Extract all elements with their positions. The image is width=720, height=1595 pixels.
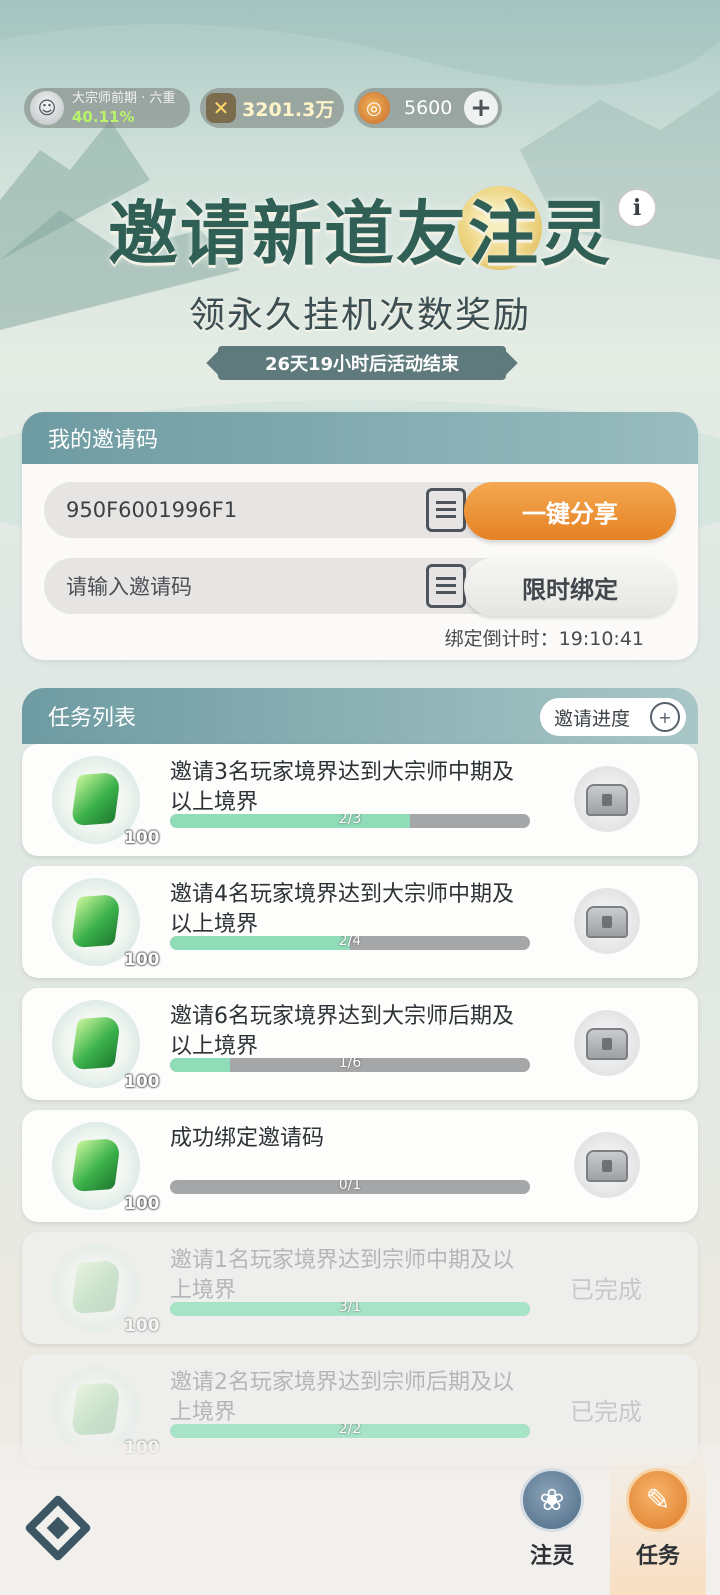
completed-label: 已完成	[570, 1398, 642, 1426]
plus-icon[interactable]: +	[464, 91, 498, 125]
task-description: 邀请6名玩家境界达到大宗师后期及以上境界	[170, 1004, 514, 1059]
reward-gem-icon: 100	[52, 878, 160, 970]
event-countdown-banner: 26天19小时后活动结束	[218, 346, 506, 380]
task-item[interactable]: 100 邀请3名玩家境界达到大宗师中期及以上境界 2/3	[22, 744, 698, 856]
task-progress-bar: 2/2	[170, 1424, 530, 1438]
task-progress-label: 3/1	[338, 1302, 362, 1315]
copy-icon[interactable]	[426, 488, 466, 532]
reward-gem-icon: 100	[52, 756, 160, 848]
spirit-coin-icon: ◎	[358, 92, 390, 124]
power-chip: ✕ 3201.3万	[200, 88, 344, 128]
task-description: 邀请4名玩家境界达到大宗师中期及以上境界	[170, 882, 514, 937]
leaf-icon: ❀	[520, 1468, 584, 1532]
task-description: 成功绑定邀请码	[170, 1126, 325, 1151]
task-item[interactable]: 100 邀请4名玩家境界达到大宗师中期及以上境界 2/4	[22, 866, 698, 978]
nav-zhuling-label: 注灵	[529, 1544, 574, 1569]
task-progress-bar: 2/3	[170, 814, 530, 828]
invite-code-card: 我的邀请码 950F6001996F1 请输入邀请码 一键分享 限时绑定 绑定倒…	[22, 412, 698, 660]
game-logo-icon[interactable]	[24, 1494, 94, 1564]
invite-progress-label: 邀请进度	[554, 707, 631, 730]
reward-quantity: 100	[124, 1072, 160, 1092]
rank-title: 大宗师前期 · 六重	[72, 91, 176, 106]
invite-progress-button[interactable]: 邀请进度 +	[540, 698, 686, 736]
event-countdown-text: 26天19小时后活动结束	[264, 354, 460, 375]
page-title: 邀请新道友注灵	[108, 192, 612, 275]
share-button[interactable]: 一键分享	[464, 482, 676, 540]
task-item[interactable]: 100 邀请1名玩家境界达到宗师中期及以上境界 3/1 已完成	[22, 1232, 698, 1344]
page-subtitle: 领永久挂机次数奖励	[188, 295, 531, 336]
task-progress-bar: 0/1	[170, 1180, 530, 1194]
scroll-icon: ✎	[626, 1468, 690, 1532]
task-item[interactable]: 100 成功绑定邀请码 0/1	[22, 1110, 698, 1222]
task-item[interactable]: 100 邀请6名玩家境界达到大宗师后期及以上境界 1/6	[22, 988, 698, 1100]
reward-quantity: 100	[124, 1316, 160, 1336]
bind-button[interactable]: 限时绑定	[464, 558, 676, 616]
task-progress-label: 2/2	[338, 1424, 362, 1437]
task-list-panel: 任务列表 邀请进度 +	[22, 688, 698, 744]
invite-section-title: 我的邀请码	[22, 412, 698, 464]
bottom-nav: ❀ 注灵 ✎ 任务	[0, 1444, 720, 1595]
coin-chip: ◎ 5600 +	[354, 88, 502, 128]
task-description: 邀请3名玩家境界达到大宗师中期及以上境界	[170, 760, 514, 815]
reward-gem-icon: 100	[52, 1244, 160, 1336]
reward-gem-icon: 100	[52, 1000, 160, 1092]
reward-quantity: 100	[124, 1194, 160, 1214]
rank-percent: 40.11%	[72, 108, 135, 126]
task-description: 邀请2名玩家境界达到宗师后期及以上境界	[170, 1370, 514, 1425]
avatar: ☺	[30, 91, 64, 125]
nav-task-label: 任务	[635, 1544, 680, 1569]
task-progress-bar: 1/6	[170, 1058, 530, 1072]
invite-code-placeholder: 请输入邀请码	[66, 575, 192, 599]
nav-zhuling[interactable]: ❀ 注灵	[504, 1468, 600, 1588]
task-progress-label: 0/1	[338, 1180, 362, 1193]
treasure-chest-icon[interactable]	[574, 1132, 640, 1198]
reward-gem-icon: 100	[52, 1122, 160, 1214]
task-progress-label: 2/4	[338, 936, 362, 949]
bind-countdown: 绑定倒计时：19:10:41	[444, 628, 644, 650]
task-progress-label: 2/3	[338, 814, 362, 827]
paste-icon[interactable]	[426, 564, 466, 608]
task-progress-label: 1/6	[338, 1058, 362, 1071]
coin-value: 5600	[404, 97, 453, 119]
power-value: 3201.3万	[242, 98, 335, 121]
task-progress-bar: 2/4	[170, 936, 530, 950]
completed-label: 已完成	[570, 1276, 642, 1304]
reward-gem-icon: 100	[52, 1366, 160, 1458]
sword-icon: ✕	[206, 93, 236, 123]
add-user-icon: +	[650, 702, 680, 732]
task-description: 邀请1名玩家境界达到宗师中期及以上境界	[170, 1248, 514, 1303]
task-progress-bar: 3/1	[170, 1302, 530, 1316]
my-code-value: 950F6001996F1	[66, 498, 238, 522]
reward-quantity: 100	[124, 828, 160, 848]
reward-quantity: 100	[124, 950, 160, 970]
info-icon[interactable]: i	[617, 188, 657, 228]
nav-task[interactable]: ✎ 任务	[610, 1444, 706, 1595]
treasure-chest-icon[interactable]	[574, 888, 640, 954]
rank-chip[interactable]: ☺ 大宗师前期 · 六重 40.11%	[24, 88, 190, 128]
task-list-title-text: 任务列表	[48, 706, 137, 731]
treasure-chest-icon[interactable]	[574, 766, 640, 832]
treasure-chest-icon[interactable]	[574, 1010, 640, 1076]
